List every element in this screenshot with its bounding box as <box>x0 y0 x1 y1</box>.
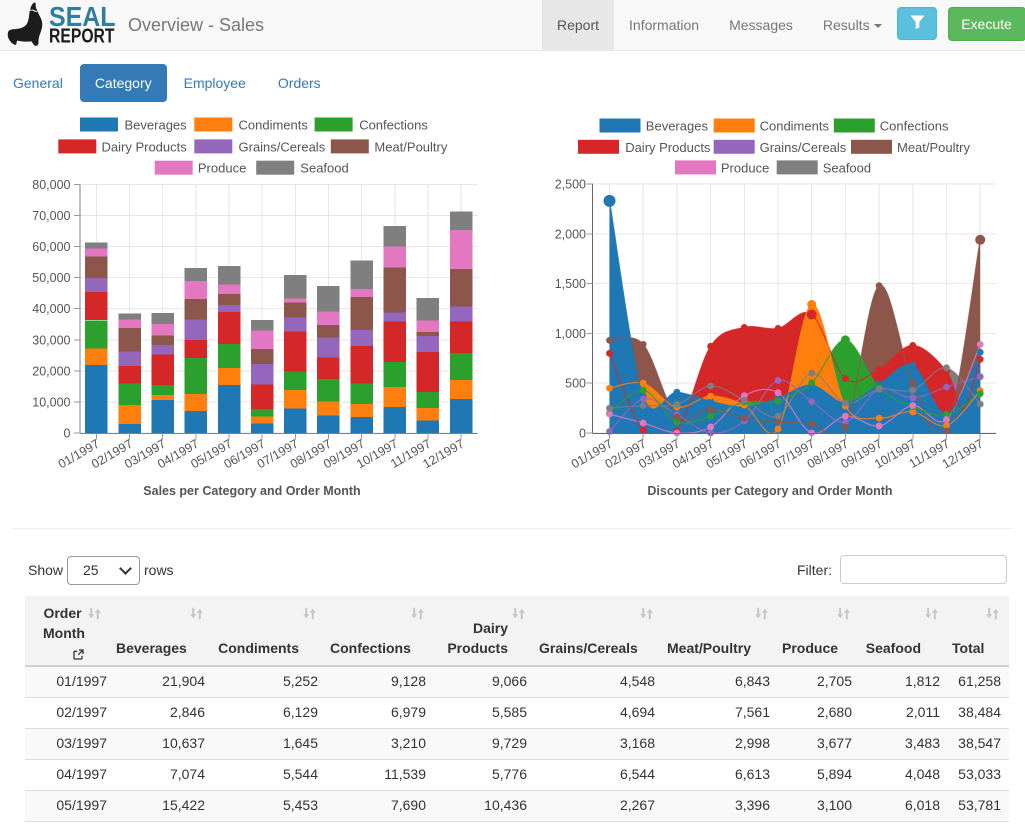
svg-text:Produce: Produce <box>198 161 246 176</box>
svg-text:60,000: 60,000 <box>32 240 70 254</box>
svg-text:Seafood: Seafood <box>823 160 871 175</box>
svg-text:Dairy Products: Dairy Products <box>102 139 188 154</box>
svg-text:2,000: 2,000 <box>555 227 586 241</box>
svg-text:Condiments: Condiments <box>760 119 830 134</box>
svg-text:Meat/Poultry: Meat/Poultry <box>897 140 970 155</box>
svg-text:Confections: Confections <box>880 119 949 134</box>
svg-text:2,500: 2,500 <box>555 178 586 192</box>
svg-text:1,500: 1,500 <box>555 277 586 291</box>
svg-text:Confections: Confections <box>359 118 428 133</box>
svg-text:Discounts per Category and Ord: Discounts per Category and Order Month <box>647 484 892 498</box>
svg-text:10,000: 10,000 <box>32 395 70 409</box>
svg-text:Seafood: Seafood <box>300 161 348 176</box>
svg-text:1,000: 1,000 <box>555 327 586 341</box>
svg-text:20,000: 20,000 <box>32 364 70 378</box>
svg-text:Condiments: Condiments <box>239 118 309 133</box>
svg-text:80,000: 80,000 <box>32 178 70 192</box>
svg-text:0: 0 <box>64 427 71 441</box>
svg-text:Grains/Cereals: Grains/Cereals <box>760 140 847 155</box>
svg-text:Dairy Products: Dairy Products <box>625 140 711 155</box>
svg-text:40,000: 40,000 <box>32 302 70 316</box>
svg-text:Grains/Cereals: Grains/Cereals <box>239 139 326 154</box>
svg-text:50,000: 50,000 <box>32 271 70 285</box>
svg-text:REPORT: REPORT <box>49 26 115 48</box>
svg-text:Meat/Poultry: Meat/Poultry <box>374 139 447 154</box>
svg-text:Beverages: Beverages <box>125 118 188 133</box>
svg-text:Beverages: Beverages <box>646 119 709 134</box>
svg-text:70,000: 70,000 <box>32 209 70 223</box>
svg-text:Sales per Category and Order M: Sales per Category and Order Month <box>143 484 360 498</box>
svg-text:0: 0 <box>579 427 586 441</box>
svg-text:30,000: 30,000 <box>32 333 70 347</box>
svg-text:500: 500 <box>565 377 586 391</box>
svg-text:Produce: Produce <box>721 160 769 175</box>
